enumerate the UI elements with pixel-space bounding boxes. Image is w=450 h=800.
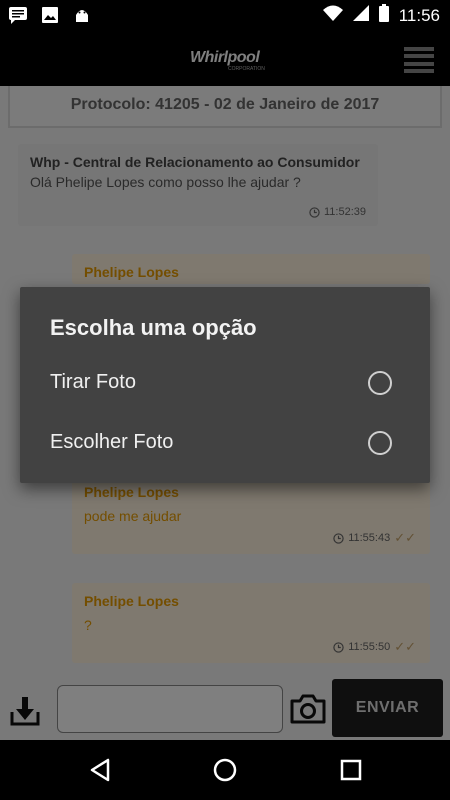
home-icon[interactable] xyxy=(212,757,238,783)
radio-button[interactable] xyxy=(368,431,392,455)
status-time: 11:56 xyxy=(398,5,440,25)
wifi-icon xyxy=(322,5,343,26)
image-icon xyxy=(40,5,60,25)
message-icon xyxy=(8,5,28,25)
android-icon xyxy=(72,5,92,25)
signal-icon xyxy=(352,5,369,26)
radio-button[interactable] xyxy=(368,371,392,395)
option-choose-photo[interactable]: Escolher Foto xyxy=(20,415,430,473)
system-nav-bar xyxy=(0,740,450,800)
option-label: Tirar Foto xyxy=(50,371,136,393)
dialog-title: Escolha uma opção xyxy=(50,315,257,340)
back-icon[interactable] xyxy=(88,757,114,783)
battery-icon xyxy=(378,4,389,27)
option-label: Escolher Foto xyxy=(50,431,174,453)
choose-option-dialog: Escolha uma opção Tirar Foto Escolher Fo… xyxy=(20,287,430,483)
option-take-photo[interactable]: Tirar Foto xyxy=(20,355,430,413)
recents-icon[interactable] xyxy=(338,757,364,783)
status-bar: 11:56 xyxy=(0,0,450,30)
